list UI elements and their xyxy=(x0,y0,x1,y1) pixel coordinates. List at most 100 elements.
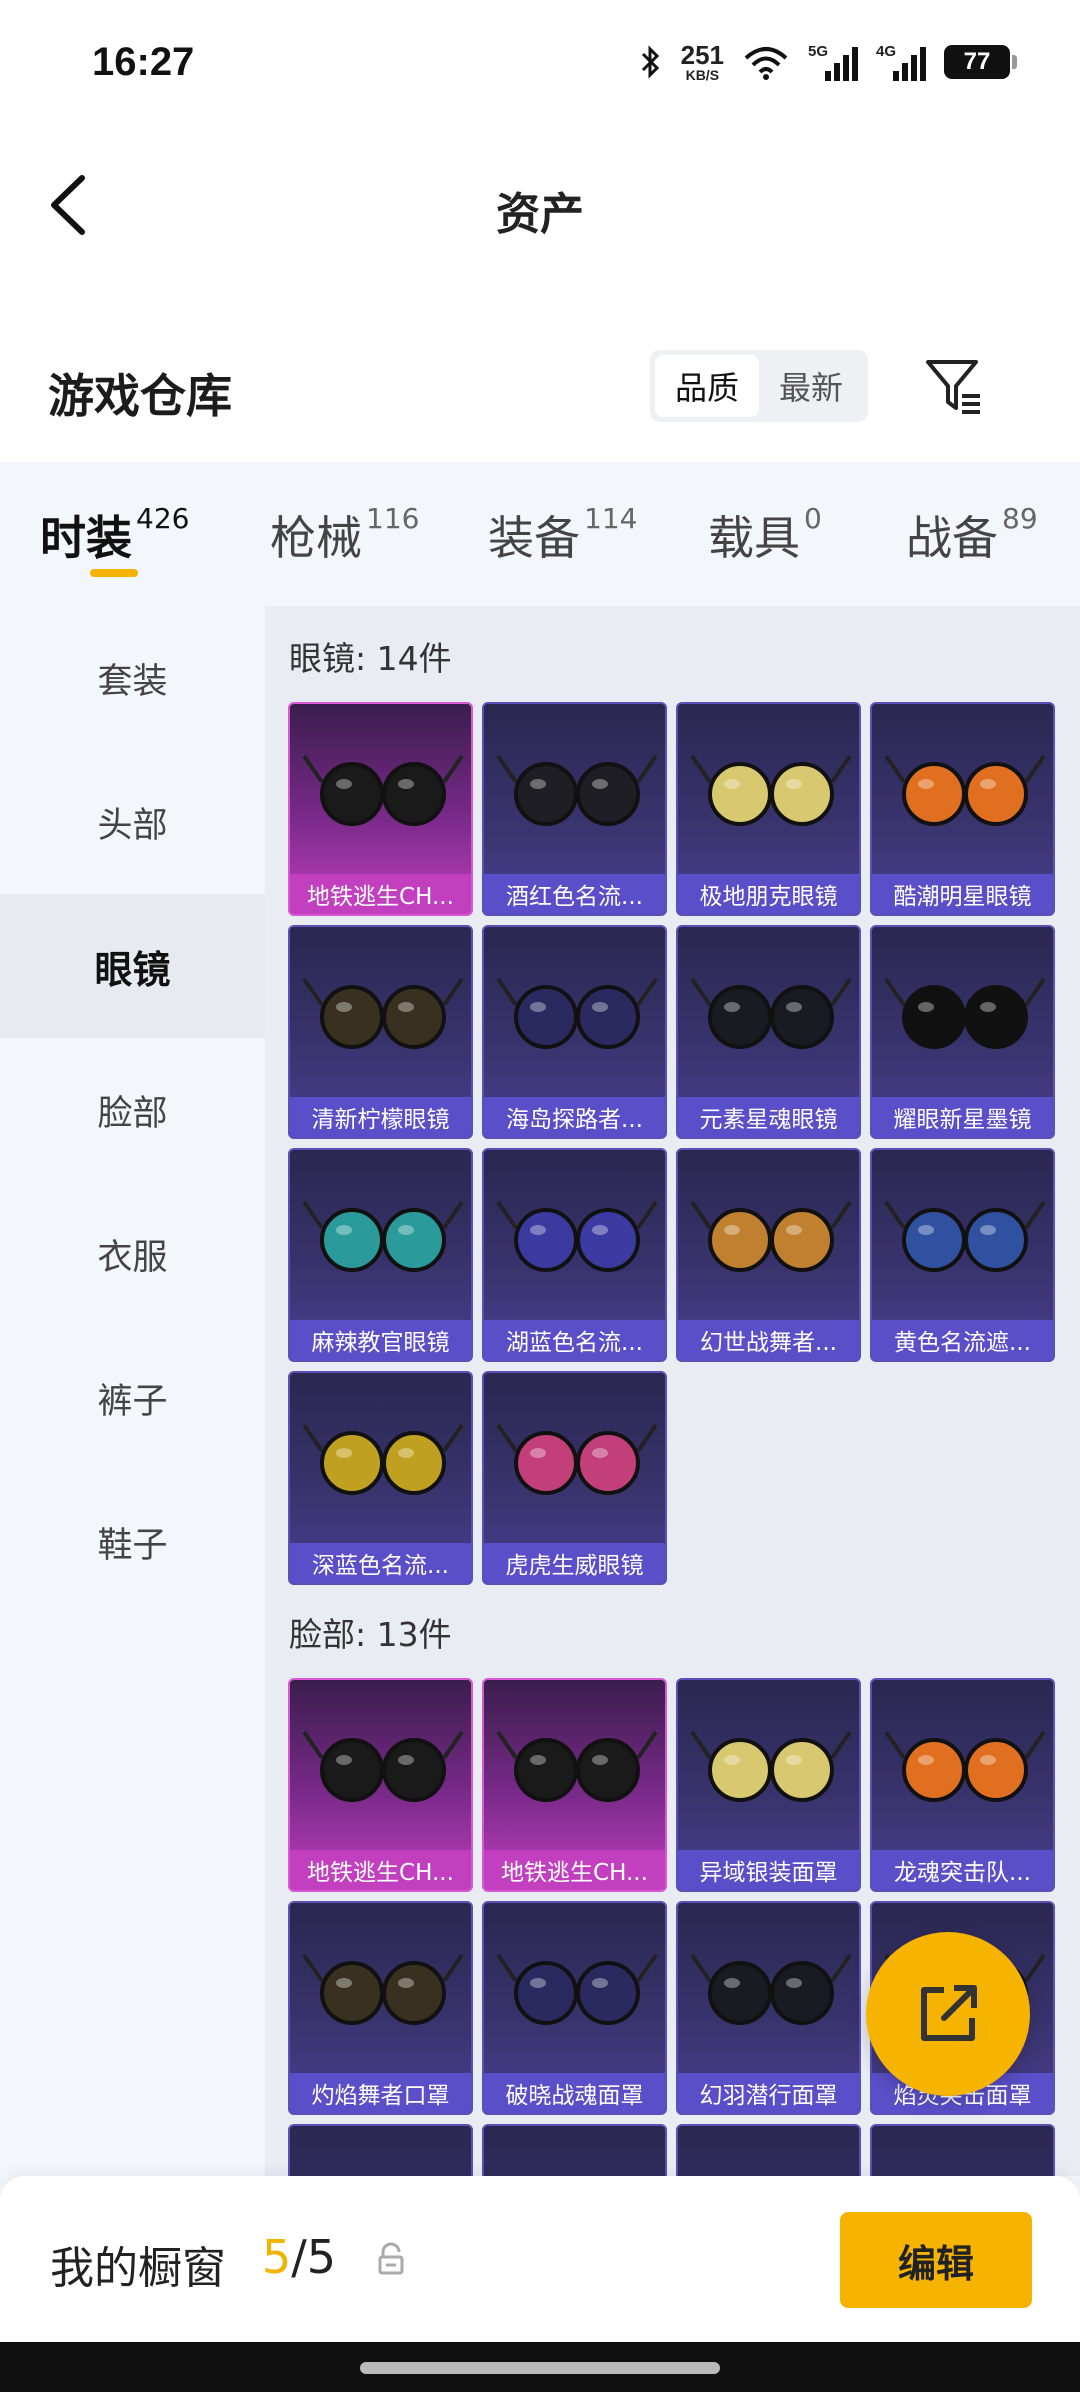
sidebar-item-head[interactable]: 头部 xyxy=(0,750,265,894)
item-card[interactable] xyxy=(676,2124,861,2176)
tab-supplies[interactable]: 战备 89 xyxy=(906,502,1038,568)
tab-equipment[interactable]: 装备 114 xyxy=(488,502,637,568)
item-name: 地铁逃生CH... xyxy=(290,874,471,914)
item-name: 幻羽潜行面罩 xyxy=(678,2073,859,2113)
bluetooth-icon xyxy=(641,45,659,79)
signal-5g-icon: 5G xyxy=(808,43,858,81)
item-name: 破晓战魂面罩 xyxy=(484,2073,665,2113)
item-art-icon xyxy=(302,1730,464,1802)
tab-label: 载具 xyxy=(708,511,800,565)
item-art-icon xyxy=(496,754,658,826)
item-card[interactable]: 元素星魂眼镜 xyxy=(676,925,861,1139)
item-art-icon xyxy=(496,1730,658,1802)
showcase-label: 我的橱窗 xyxy=(50,2243,226,2294)
item-card[interactable]: 海岛探路者... xyxy=(482,925,667,1139)
item-card[interactable]: 酒红色名流... xyxy=(482,702,667,916)
item-art-icon xyxy=(496,1423,658,1495)
status-time: 16:27 xyxy=(92,40,195,84)
showcase-separator: / xyxy=(291,2230,307,2284)
tab-count: 89 xyxy=(1002,502,1038,535)
item-card[interactable]: 地铁逃生CH... xyxy=(288,1678,473,1892)
item-art-icon xyxy=(884,1200,1046,1272)
item-card[interactable]: 极地朋克眼镜 xyxy=(676,702,861,916)
edit-button[interactable]: 编辑 xyxy=(840,2212,1032,2308)
home-indicator[interactable] xyxy=(360,2362,720,2374)
item-art-icon xyxy=(302,977,464,1049)
item-art-icon xyxy=(496,1200,658,1272)
wifi-icon xyxy=(744,47,788,80)
system-nav-bar xyxy=(0,2342,1080,2392)
active-tab-indicator xyxy=(90,569,138,577)
item-name: 酷潮明星眼镜 xyxy=(872,874,1053,914)
group-title-face: 脸部: 13件 xyxy=(289,1615,452,1654)
tab-label: 枪械 xyxy=(270,511,362,565)
item-name: 异域银装面罩 xyxy=(678,1850,859,1890)
item-card[interactable]: 地铁逃生CH... xyxy=(482,1678,667,1892)
item-art-icon xyxy=(690,1200,852,1272)
item-card[interactable]: 幻世战舞者... xyxy=(676,1148,861,1362)
page-title: 资产 xyxy=(496,189,584,240)
filter-icon xyxy=(926,360,980,414)
item-name: 耀眼新星墨镜 xyxy=(872,1097,1053,1137)
sort-newest-button[interactable]: 最新 xyxy=(759,355,863,417)
item-art-icon xyxy=(884,1730,1046,1802)
signal-4g-icon: 4G xyxy=(876,43,926,81)
item-art-icon xyxy=(302,1423,464,1495)
tab-fashion[interactable]: 时装 426 xyxy=(40,502,189,568)
tab-label: 战备 xyxy=(906,511,998,565)
item-card[interactable] xyxy=(482,2124,667,2176)
item-card[interactable]: 深蓝色名流... xyxy=(288,1371,473,1585)
warehouse-header: 游戏仓库 品质 最新 xyxy=(0,280,1080,462)
lock-icon xyxy=(378,2242,404,2275)
tab-firearms[interactable]: 枪械 116 xyxy=(270,502,419,568)
sidebar-item-sets[interactable]: 套装 xyxy=(0,606,265,750)
tab-label: 时装 xyxy=(40,511,132,565)
item-card[interactable]: 耀眼新星墨镜 xyxy=(870,925,1055,1139)
item-art-icon xyxy=(690,1953,852,2025)
item-art-icon xyxy=(884,977,1046,1049)
warehouse-title: 游戏仓库 xyxy=(48,369,232,423)
tab-count: 114 xyxy=(584,502,638,535)
network-speed-unit: KB/S xyxy=(685,67,720,83)
item-card[interactable]: 虎虎生威眼镜 xyxy=(482,1371,667,1585)
showcase-bar: 我的橱窗 5/5 编辑 xyxy=(0,2176,1080,2342)
item-card[interactable] xyxy=(870,2124,1055,2176)
sidebar-item-shoes[interactable]: 鞋子 xyxy=(0,1470,265,1614)
item-card[interactable]: 麻辣教官眼镜 xyxy=(288,1148,473,1362)
item-name: 清新柠檬眼镜 xyxy=(290,1097,471,1137)
item-grid-face: 地铁逃生CH... 地铁逃生CH... 异域银装面罩 龙魂突击队... 灼焰舞者口罩 破晓… xyxy=(288,1678,1055,2176)
item-card[interactable]: 幻羽潜行面罩 xyxy=(676,1901,861,2115)
item-card[interactable]: 清新柠檬眼镜 xyxy=(288,925,473,1139)
sort-quality-button[interactable]: 品质 xyxy=(655,355,759,417)
battery-icon: 77 xyxy=(944,45,1017,79)
item-card[interactable]: 异域银装面罩 xyxy=(676,1678,861,1892)
filter-button[interactable] xyxy=(924,356,984,416)
tab-vehicles[interactable]: 载具 0 xyxy=(708,502,822,568)
item-name: 龙魂突击队... xyxy=(872,1850,1053,1890)
sidebar-item-clothes[interactable]: 衣服 xyxy=(0,1182,265,1326)
tab-count: 116 xyxy=(366,502,420,535)
app-header: 资产 xyxy=(0,130,1080,280)
item-card[interactable]: 龙魂突击队... xyxy=(870,1678,1055,1892)
item-card[interactable] xyxy=(288,2124,473,2176)
item-card[interactable]: 破晓战魂面罩 xyxy=(482,1901,667,2115)
item-card[interactable]: 黄色名流遮... xyxy=(870,1148,1055,1362)
sidebar-item-pants[interactable]: 裤子 xyxy=(0,1326,265,1470)
item-name: 深蓝色名流... xyxy=(290,1543,471,1583)
item-card[interactable]: 灼焰舞者口罩 xyxy=(288,1901,473,2115)
item-card[interactable]: 地铁逃生CH... xyxy=(288,702,473,916)
sidebar-item-glasses[interactable]: 眼镜 xyxy=(0,894,265,1038)
item-art-icon xyxy=(690,754,852,826)
share-export-icon xyxy=(921,1985,977,2041)
network-speed: 251 KB/S xyxy=(681,42,724,82)
item-art-icon xyxy=(302,1200,464,1272)
item-art-icon xyxy=(872,2134,1055,2176)
tab-label: 装备 xyxy=(488,511,580,565)
battery-level: 77 xyxy=(963,48,991,75)
sidebar-item-face[interactable]: 脸部 xyxy=(0,1038,265,1182)
item-card[interactable]: 湖蓝色名流... xyxy=(482,1148,667,1362)
item-card[interactable]: 酷潮明星眼镜 xyxy=(870,702,1055,916)
item-name: 黄色名流遮... xyxy=(872,1320,1053,1360)
share-button[interactable] xyxy=(866,1932,1030,2096)
tab-count: 426 xyxy=(136,502,190,535)
